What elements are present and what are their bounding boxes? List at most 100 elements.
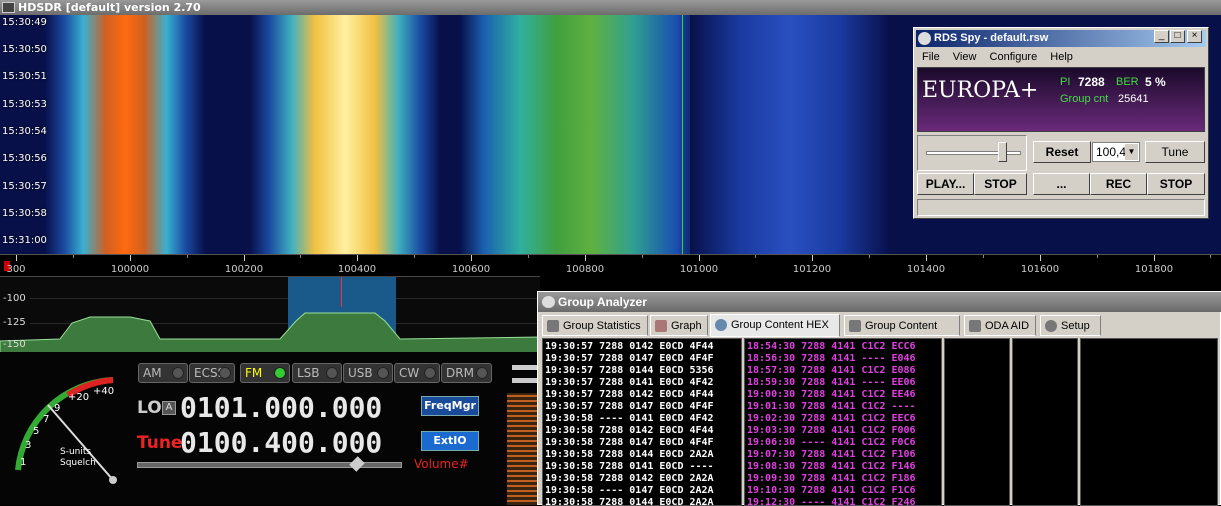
lo-frequency-display[interactable]: 0101.000.000: [180, 391, 382, 424]
freq-label: 101400: [906, 264, 946, 275]
time-label: 15:30:50: [2, 44, 47, 55]
spectrum-trace: [0, 312, 540, 352]
freq-label: 101000: [679, 264, 719, 275]
hex-row: 19:30:58 7288 0147 E0CD 4F4F: [545, 437, 714, 448]
document-icon: [547, 320, 559, 332]
mode-drm-button[interactable]: DRM: [441, 363, 492, 383]
group-count-value: 25641: [1118, 93, 1149, 105]
app-title: HDSDR [default] version 2.70: [18, 1, 201, 14]
time-label: 15:30:49: [2, 17, 47, 28]
hex-row: 19:06:30 ---- 4141 C1C2 F0C6: [747, 437, 916, 448]
lo-lock-button[interactable]: A: [162, 401, 176, 415]
hex-row: 19:10:30 7288 4141 C1C2 F1C6: [747, 485, 916, 496]
rds-spy-window: RDS Spy - default.rsw _ □ × File View Co…: [913, 27, 1209, 219]
gear-icon: [1045, 320, 1057, 332]
tab-setup[interactable]: Setup: [1040, 315, 1101, 336]
ga-app-icon: [542, 296, 555, 308]
hex-panel-left[interactable]: 19:30:57 7288 0142 E0CD 4F44 19:30:57 728…: [542, 338, 742, 506]
play-button[interactable]: PLAY...: [917, 173, 974, 195]
extio-button[interactable]: ExtIO: [421, 431, 479, 451]
waterfall-time-axis: 15:30:49 15:30:50 15:30:51 15:30:53 15:3…: [0, 15, 50, 254]
signal-band-2: [250, 15, 440, 254]
tab-graph[interactable]: Graph: [650, 315, 708, 336]
hex-row: 19:30:58 7288 0142 E0CD 4F44: [545, 425, 714, 436]
hex-panel-right[interactable]: 18:54:30 7288 4141 C1C2 ECC6 18:56:30 728…: [744, 338, 942, 506]
more-button[interactable]: ...: [1033, 173, 1090, 195]
tab-group-content-hex[interactable]: Group Content HEX: [710, 314, 840, 337]
freq-label: 100000: [110, 264, 150, 275]
freq-label: 100800: [565, 264, 605, 275]
hex-row: 19:03:30 7288 4141 C1C2 F006: [747, 425, 916, 436]
freq-label: 101600: [1020, 264, 1060, 275]
freq-label: 101200: [792, 264, 832, 275]
hex-panel-5[interactable]: [1080, 338, 1218, 506]
freq-label: 100200: [224, 264, 264, 275]
tab-group-content-full[interactable]: Group Content Full: [844, 315, 960, 352]
mode-fm-button[interactable]: FM: [240, 363, 290, 383]
menu-view[interactable]: View: [953, 51, 977, 63]
mode-lsb-button[interactable]: LSB: [292, 363, 342, 383]
hex-row: 19:01:30 7288 4141 C1C2 ----: [747, 401, 916, 412]
hex-panel-4[interactable]: [1012, 338, 1078, 506]
freq-label: 300: [6, 264, 26, 275]
tune-button[interactable]: Tune: [1145, 141, 1205, 163]
frequency-select[interactable]: 100,4 ▼: [1092, 142, 1140, 162]
group-analyzer-window: Group Analyzer Group Statistics Graph Gr…: [537, 291, 1221, 506]
hex-row: 19:07:30 7288 4141 C1C2 F106: [747, 449, 916, 460]
menu-help[interactable]: Help: [1050, 51, 1073, 63]
rds-level-slider-thumb[interactable]: [998, 142, 1007, 162]
grid-icon: [969, 320, 981, 332]
hex-row: 19:02:30 7288 4141 C1C2 EEC6: [747, 413, 916, 424]
db-label: -125: [3, 317, 26, 328]
hex-panel-3[interactable]: [944, 338, 1010, 506]
freq-label: 101800: [1134, 264, 1174, 275]
reset-button[interactable]: Reset: [1033, 141, 1091, 163]
spectrum-display[interactable]: -100 -125 -150: [0, 276, 540, 352]
bar-chart-icon: [655, 320, 667, 332]
pi-label: PI: [1060, 76, 1071, 88]
s-meter: +40 +20 9 7 5 3 1 S-units Squelch: [8, 370, 133, 500]
frequency-scale[interactable]: 300 100000 100200 100400 100600 100800 1…: [0, 254, 1221, 276]
tab-group-statistics[interactable]: Group Statistics: [542, 315, 648, 336]
tab-oda-aid[interactable]: ODA AID: [964, 315, 1036, 336]
db-label: -100: [3, 293, 26, 304]
close-button[interactable]: ×: [1187, 30, 1202, 43]
app-titlebar: HDSDR [default] version 2.70: [0, 0, 1221, 15]
smeter-label: 3: [25, 440, 32, 451]
maximize-button[interactable]: □: [1170, 30, 1185, 43]
mode-usb-button[interactable]: USB: [343, 363, 393, 383]
hex-row: 18:59:30 7288 4141 ---- EE06: [747, 377, 916, 388]
aux-indicator: [512, 365, 537, 370]
lo-label: LO: [137, 398, 162, 418]
tune-frequency-display[interactable]: 0100.400.000: [180, 426, 382, 459]
tune-label: Tune: [137, 433, 183, 453]
minimize-button[interactable]: _: [1154, 30, 1169, 43]
hex-row: 18:54:30 7288 4141 C1C2 ECC6: [747, 341, 916, 352]
signal-band-4: [690, 15, 890, 254]
chevron-down-icon[interactable]: ▼: [1125, 144, 1138, 160]
mode-am-button[interactable]: AM: [138, 363, 188, 383]
hex-row: 19:30:58 7288 0142 E0CD 2A2A: [545, 473, 714, 484]
record-button[interactable]: REC: [1090, 173, 1147, 195]
stop-record-button[interactable]: STOP: [1147, 173, 1205, 195]
time-label: 15:30:56: [2, 153, 47, 164]
menu-file[interactable]: File: [922, 51, 940, 63]
hex-row: 18:57:30 7288 4141 C1C2 E086: [747, 365, 916, 376]
s-meter-gauge: [15, 377, 117, 484]
ber-label: BER: [1116, 76, 1139, 88]
smeter-label: 5: [33, 426, 40, 437]
rds-app-icon: [918, 32, 931, 45]
aux-indicator: [512, 378, 537, 383]
freqmgr-button[interactable]: FreqMgr: [421, 396, 479, 416]
hdsdr-app-icon: [2, 2, 15, 13]
stop-play-button[interactable]: STOP: [974, 173, 1027, 195]
mode-cw-button[interactable]: CW: [394, 363, 440, 383]
hex-row: 19:30:57 7288 0147 E0CD 4F4F: [545, 353, 714, 364]
frequency-select-value: 100,4: [1096, 145, 1127, 159]
menu-configure[interactable]: Configure: [990, 51, 1038, 63]
smeter-label: 7: [43, 414, 50, 425]
mode-ecss-button[interactable]: ECSS: [189, 363, 235, 383]
time-label: 15:31:00: [2, 235, 47, 246]
hex-row: 19:00:30 7288 4141 C1C2 EE46: [747, 389, 916, 400]
hex-row: 19:30:58 ---- 0141 E0CD 4F42: [545, 413, 714, 424]
